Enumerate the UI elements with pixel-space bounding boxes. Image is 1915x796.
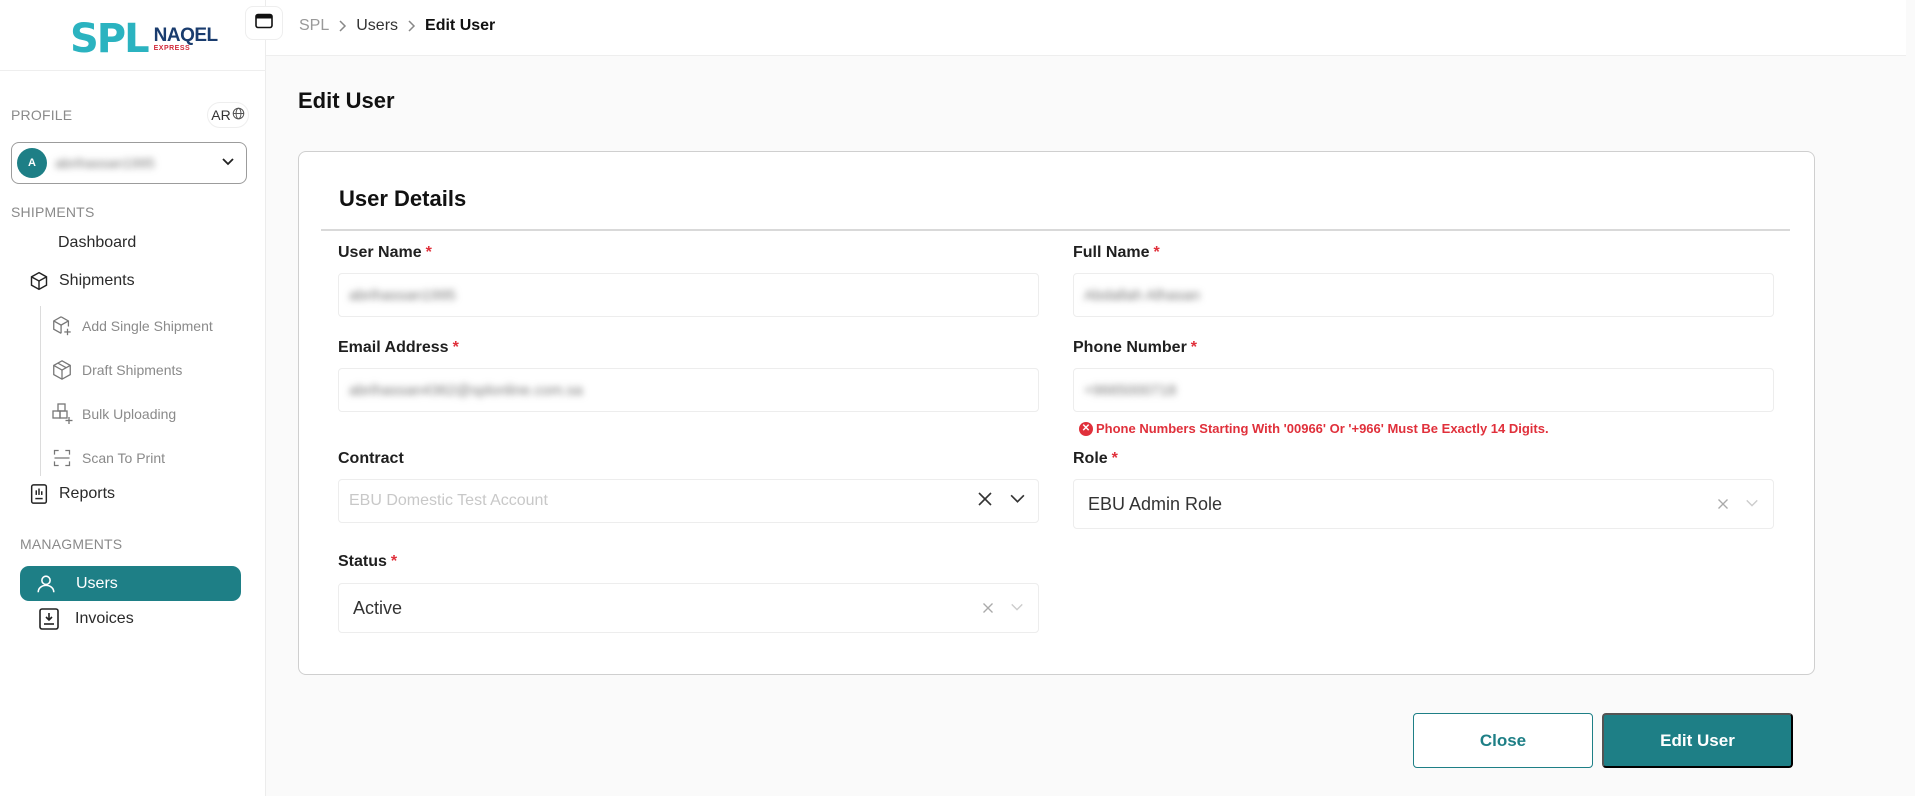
clear-icon[interactable]	[982, 598, 994, 619]
profile-name: abrihassan1995	[55, 155, 155, 171]
user-icon	[34, 572, 58, 596]
chevron-right-icon	[338, 19, 347, 33]
naqel-logo: NAQEL EXPRESS	[153, 25, 219, 52]
submenu-rail	[40, 306, 41, 476]
email-label: Email Address *	[338, 339, 459, 356]
fullname-input[interactable]: Abdallah Alhasan	[1073, 273, 1774, 317]
sidebar-toggle-button[interactable]	[245, 6, 283, 40]
contract-label: Contract	[338, 450, 404, 467]
profile-section-label: PROFILE	[11, 107, 73, 123]
chevron-down-icon	[220, 153, 236, 174]
sidebar-item-reports[interactable]: Reports	[27, 482, 115, 506]
card-title: User Details	[339, 186, 467, 211]
close-button[interactable]: Close	[1413, 713, 1593, 768]
chevron-right-icon	[407, 19, 416, 33]
role-label: Role *	[1073, 450, 1118, 467]
report-icon	[27, 482, 51, 506]
logo[interactable]: SPL NAQEL EXPRESS	[70, 14, 218, 64]
sidebar-item-invoices[interactable]: Invoices	[37, 607, 134, 631]
card-divider	[321, 229, 1790, 231]
error-icon: ✕	[1079, 421, 1093, 436]
sidebar-item-scan-to-print[interactable]: Scan To Print	[50, 446, 165, 470]
phone-label: Phone Number *	[1073, 339, 1198, 356]
breadcrumb-spl[interactable]: SPL	[299, 17, 329, 35]
window-icon	[255, 13, 273, 34]
sidebar-item-draft-shipments[interactable]: Draft Shipments	[50, 358, 182, 382]
box-draft-icon	[50, 358, 74, 382]
user-details-card: User Details User Name * abrihassan1995 F…	[298, 151, 1815, 675]
sidebar-item-users[interactable]: Users	[20, 566, 241, 601]
language-toggle[interactable]: AR	[207, 102, 249, 128]
sidebar-item-add-single-shipment[interactable]: Add Single Shipment	[50, 314, 213, 338]
status-label: Status *	[338, 553, 398, 570]
box-icon	[27, 269, 51, 293]
username-label: User Name *	[338, 244, 432, 261]
avatar: A	[17, 148, 47, 178]
breadcrumb-users[interactable]: Users	[356, 17, 398, 35]
contract-select[interactable]: EBU Domestic Test Account	[338, 479, 1039, 523]
box-plus-icon	[50, 314, 74, 338]
managements-section-label: MANAGMENTS	[20, 536, 123, 552]
email-input[interactable]: abrihassan4362@splonline.com.sa	[338, 368, 1039, 412]
chevron-down-icon[interactable]	[1745, 494, 1759, 515]
chevron-down-icon[interactable]	[1010, 598, 1024, 619]
sidebar-item-shipments[interactable]: Shipments	[27, 269, 135, 293]
phone-input[interactable]: +9665000718	[1073, 368, 1774, 412]
profile-dropdown[interactable]: A abrihassan1995	[11, 142, 247, 184]
sidebar-item-bulk-uploading[interactable]: Bulk Uploading	[50, 402, 176, 426]
boxes-plus-icon	[50, 402, 74, 426]
globe-icon	[232, 107, 245, 123]
spl-logo: SPL	[70, 16, 150, 62]
breadcrumb: SPL Users Edit User	[299, 17, 495, 35]
breadcrumb-current: Edit User	[425, 17, 496, 34]
page-title: Edit User	[298, 88, 395, 113]
clear-icon[interactable]	[977, 491, 993, 512]
clear-icon[interactable]	[1717, 494, 1729, 515]
role-select[interactable]: EBU Admin Role	[1073, 479, 1774, 529]
top-bar	[266, 0, 1906, 56]
logo-divider	[0, 70, 266, 71]
edit-user-button[interactable]: Edit User	[1602, 713, 1793, 768]
sidebar: SPL NAQEL EXPRESS PROFILE AR A abrihassa…	[0, 0, 266, 796]
sidebar-item-dashboard[interactable]: Dashboard	[58, 234, 136, 252]
username-input[interactable]: abrihassan1995	[338, 273, 1039, 317]
fullname-label: Full Name *	[1073, 244, 1160, 261]
scan-icon	[50, 446, 74, 470]
status-select[interactable]: Active	[338, 583, 1039, 633]
chevron-down-icon[interactable]	[1009, 490, 1026, 512]
shipments-section-label: SHIPMENTS	[11, 204, 95, 220]
phone-error-message: ✕ Phone Numbers Starting With '00966' Or…	[1079, 421, 1549, 436]
invoice-icon	[37, 607, 61, 631]
